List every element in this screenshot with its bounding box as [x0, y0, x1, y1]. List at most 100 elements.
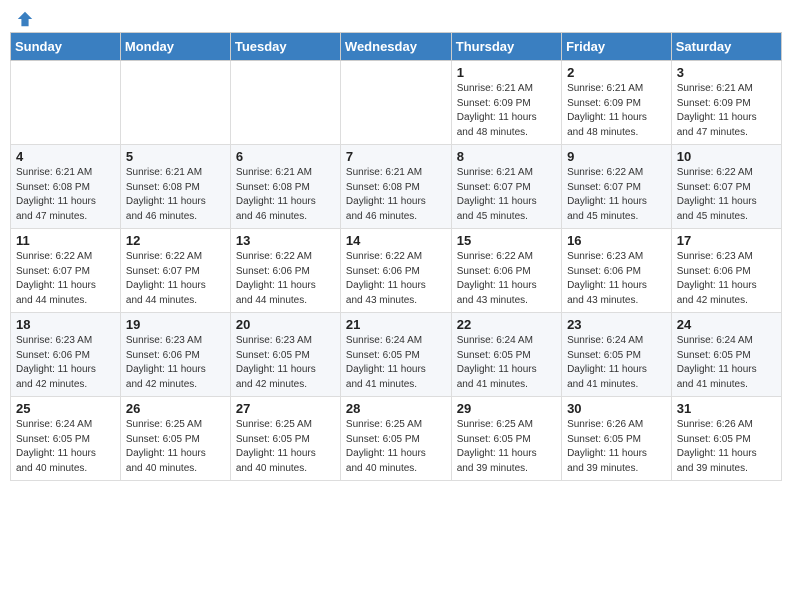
calendar-cell: 10 Sunrise: 6:22 AM Sunset: 6:07 PM Dayli… — [671, 145, 781, 229]
day-info: Sunrise: 6:22 AM Sunset: 6:07 PM Dayligh… — [677, 166, 776, 224]
day-number: 5 — [126, 149, 225, 164]
day-info: Sunrise: 6:24 AM Sunset: 6:05 PM Dayligh… — [677, 334, 776, 392]
calendar-cell: 24 Sunrise: 6:24 AM Sunset: 6:05 PM Dayli… — [671, 313, 781, 397]
day-info: Sunrise: 6:22 AM Sunset: 6:06 PM Dayligh… — [346, 250, 446, 308]
week-row-3: 11 Sunrise: 6:22 AM Sunset: 6:07 PM Dayli… — [11, 229, 782, 313]
week-row-4: 18 Sunrise: 6:23 AM Sunset: 6:06 PM Dayli… — [11, 313, 782, 397]
day-number: 18 — [16, 317, 115, 332]
day-info: Sunrise: 6:21 AM Sunset: 6:08 PM Dayligh… — [346, 166, 446, 224]
day-number: 10 — [677, 149, 776, 164]
day-info: Sunrise: 6:23 AM Sunset: 6:06 PM Dayligh… — [16, 334, 115, 392]
calendar-cell: 12 Sunrise: 6:22 AM Sunset: 6:07 PM Dayli… — [120, 229, 230, 313]
day-number: 22 — [457, 317, 556, 332]
calendar-cell: 29 Sunrise: 6:25 AM Sunset: 6:05 PM Dayli… — [451, 397, 561, 481]
day-number: 14 — [346, 233, 446, 248]
day-number: 11 — [16, 233, 115, 248]
day-number: 17 — [677, 233, 776, 248]
day-number: 21 — [346, 317, 446, 332]
calendar-cell: 28Sunrise: 6:25 AM Sunset: 6:05 PM Dayli… — [340, 397, 451, 481]
day-info: Sunrise: 6:23 AM Sunset: 6:06 PM Dayligh… — [126, 334, 225, 392]
day-number: 15 — [457, 233, 556, 248]
calendar-cell: 21 Sunrise: 6:24 AM Sunset: 6:05 PM Dayli… — [340, 313, 451, 397]
day-number: 12 — [126, 233, 225, 248]
day-info: Sunrise: 6:21 AM Sunset: 6:08 PM Dayligh… — [236, 166, 335, 224]
day-info: Sunrise: 6:23 AM Sunset: 6:06 PM Dayligh… — [567, 250, 666, 308]
day-number: 30 — [567, 401, 666, 416]
day-info: Sunrise: 6:24 AM Sunset: 6:05 PM Dayligh… — [16, 418, 115, 476]
day-header-thursday: Thursday — [451, 33, 561, 61]
calendar-cell: 16 Sunrise: 6:23 AM Sunset: 6:06 PM Dayli… — [562, 229, 672, 313]
day-info: Sunrise: 6:21 AM Sunset: 6:09 PM Dayligh… — [457, 82, 556, 140]
day-number: 19 — [126, 317, 225, 332]
calendar-cell — [340, 61, 451, 145]
day-number: 2 — [567, 65, 666, 80]
calendar-cell: 5Sunrise: 6:21 AM Sunset: 6:08 PM Daylig… — [120, 145, 230, 229]
calendar-cell: 1Sunrise: 6:21 AM Sunset: 6:09 PM Daylig… — [451, 61, 561, 145]
calendar-cell: 7 Sunrise: 6:21 AM Sunset: 6:08 PM Daylig… — [340, 145, 451, 229]
calendar-cell: 14 Sunrise: 6:22 AM Sunset: 6:06 PM Dayli… — [340, 229, 451, 313]
logo — [14, 10, 34, 24]
calendar-cell — [120, 61, 230, 145]
page-header — [10, 10, 782, 24]
calendar-cell: 27Sunrise: 6:25 AM Sunset: 6:05 PM Dayli… — [230, 397, 340, 481]
calendar-cell: 4Sunrise: 6:21 AM Sunset: 6:08 PM Daylig… — [11, 145, 121, 229]
day-number: 13 — [236, 233, 335, 248]
day-header-friday: Friday — [562, 33, 672, 61]
day-info: Sunrise: 6:23 AM Sunset: 6:05 PM Dayligh… — [236, 334, 335, 392]
day-info: Sunrise: 6:24 AM Sunset: 6:05 PM Dayligh… — [457, 334, 556, 392]
day-number: 9 — [567, 149, 666, 164]
day-number: 31 — [677, 401, 776, 416]
day-info: Sunrise: 6:22 AM Sunset: 6:07 PM Dayligh… — [567, 166, 666, 224]
day-number: 7 — [346, 149, 446, 164]
day-number: 24 — [677, 317, 776, 332]
calendar-cell — [11, 61, 121, 145]
week-row-2: 4Sunrise: 6:21 AM Sunset: 6:08 PM Daylig… — [11, 145, 782, 229]
day-header-saturday: Saturday — [671, 33, 781, 61]
calendar-cell: 15Sunrise: 6:22 AM Sunset: 6:06 PM Dayli… — [451, 229, 561, 313]
day-info: Sunrise: 6:25 AM Sunset: 6:05 PM Dayligh… — [457, 418, 556, 476]
day-header-sunday: Sunday — [11, 33, 121, 61]
day-number: 26 — [126, 401, 225, 416]
calendar-header-row: SundayMondayTuesdayWednesdayThursdayFrid… — [11, 33, 782, 61]
calendar-cell: 30 Sunrise: 6:26 AM Sunset: 6:05 PM Dayli… — [562, 397, 672, 481]
day-info: Sunrise: 6:22 AM Sunset: 6:07 PM Dayligh… — [126, 250, 225, 308]
calendar-cell: 13 Sunrise: 6:22 AM Sunset: 6:06 PM Dayli… — [230, 229, 340, 313]
day-info: Sunrise: 6:25 AM Sunset: 6:05 PM Dayligh… — [346, 418, 446, 476]
day-info: Sunrise: 6:26 AM Sunset: 6:05 PM Dayligh… — [567, 418, 666, 476]
day-number: 27 — [236, 401, 335, 416]
day-header-monday: Monday — [120, 33, 230, 61]
calendar-cell: 11Sunrise: 6:22 AM Sunset: 6:07 PM Dayli… — [11, 229, 121, 313]
week-row-5: 25Sunrise: 6:24 AM Sunset: 6:05 PM Dayli… — [11, 397, 782, 481]
calendar-cell: 20 Sunrise: 6:23 AM Sunset: 6:05 PM Dayli… — [230, 313, 340, 397]
calendar-cell: 19 Sunrise: 6:23 AM Sunset: 6:06 PM Dayli… — [120, 313, 230, 397]
day-info: Sunrise: 6:22 AM Sunset: 6:06 PM Dayligh… — [236, 250, 335, 308]
day-info: Sunrise: 6:24 AM Sunset: 6:05 PM Dayligh… — [567, 334, 666, 392]
day-header-tuesday: Tuesday — [230, 33, 340, 61]
calendar-cell: 17 Sunrise: 6:23 AM Sunset: 6:06 PM Dayli… — [671, 229, 781, 313]
calendar-cell: 23 Sunrise: 6:24 AM Sunset: 6:05 PM Dayli… — [562, 313, 672, 397]
day-info: Sunrise: 6:26 AM Sunset: 6:05 PM Dayligh… — [677, 418, 776, 476]
day-number: 29 — [457, 401, 556, 416]
day-info: Sunrise: 6:24 AM Sunset: 6:05 PM Dayligh… — [346, 334, 446, 392]
calendar-cell: 22 Sunrise: 6:24 AM Sunset: 6:05 PM Dayli… — [451, 313, 561, 397]
day-header-wednesday: Wednesday — [340, 33, 451, 61]
day-info: Sunrise: 6:21 AM Sunset: 6:07 PM Dayligh… — [457, 166, 556, 224]
day-number: 16 — [567, 233, 666, 248]
day-number: 3 — [677, 65, 776, 80]
day-info: Sunrise: 6:21 AM Sunset: 6:09 PM Dayligh… — [677, 82, 776, 140]
day-number: 8 — [457, 149, 556, 164]
calendar-cell: 6Sunrise: 6:21 AM Sunset: 6:08 PM Daylig… — [230, 145, 340, 229]
day-info: Sunrise: 6:21 AM Sunset: 6:08 PM Dayligh… — [16, 166, 115, 224]
day-number: 23 — [567, 317, 666, 332]
calendar-cell — [230, 61, 340, 145]
calendar-cell: 8 Sunrise: 6:21 AM Sunset: 6:07 PM Daylig… — [451, 145, 561, 229]
calendar-cell: 26Sunrise: 6:25 AM Sunset: 6:05 PM Dayli… — [120, 397, 230, 481]
calendar-table: SundayMondayTuesdayWednesdayThursdayFrid… — [10, 32, 782, 481]
day-number: 20 — [236, 317, 335, 332]
day-info: Sunrise: 6:21 AM Sunset: 6:09 PM Dayligh… — [567, 82, 666, 140]
logo-icon — [16, 10, 34, 28]
calendar-cell: 3 Sunrise: 6:21 AM Sunset: 6:09 PM Daylig… — [671, 61, 781, 145]
calendar-cell: 9 Sunrise: 6:22 AM Sunset: 6:07 PM Daylig… — [562, 145, 672, 229]
week-row-1: 1Sunrise: 6:21 AM Sunset: 6:09 PM Daylig… — [11, 61, 782, 145]
day-info: Sunrise: 6:23 AM Sunset: 6:06 PM Dayligh… — [677, 250, 776, 308]
